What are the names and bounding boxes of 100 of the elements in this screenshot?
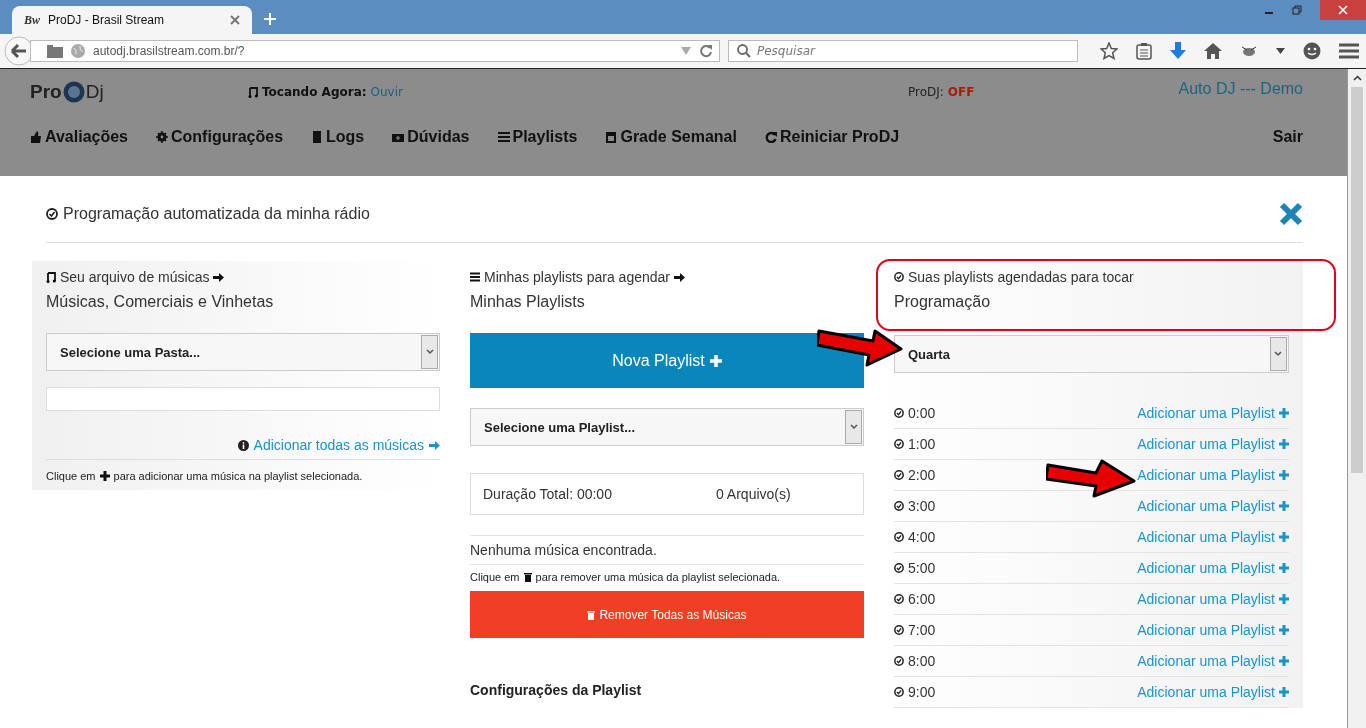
panel-caption: Suas playlists agendadas para tocar <box>908 269 1134 285</box>
gear-icon <box>156 131 168 143</box>
add-playlist-link[interactable]: Adicionar uma Playlist <box>1137 498 1275 514</box>
day-select[interactable]: Quarta <box>894 335 1289 373</box>
modal-title: Programação automatizada da minha rádio <box>63 205 370 223</box>
close-window-button[interactable] <box>1320 0 1366 20</box>
panel-caption: Minhas playlists para agendar <box>484 269 670 285</box>
time-label: 6:00 <box>908 591 936 607</box>
time-label: 3:00 <box>908 498 936 514</box>
dropdown-icon[interactable] <box>681 47 691 55</box>
section-heading: Configurações da Playlist <box>470 682 643 698</box>
panel-caption: Seu arquivo de músicas <box>60 269 210 285</box>
star-icon[interactable] <box>1100 42 1118 60</box>
file-count: 0 Arquivo(s) <box>715 486 791 502</box>
add-playlist-link[interactable]: Adicionar uma Playlist <box>1137 560 1275 576</box>
close-icon[interactable] <box>1279 202 1303 226</box>
time-label: 5:00 <box>908 560 936 576</box>
tab-title: ProDJ - Brasil Stream <box>48 13 166 27</box>
hint-text: para adicionar uma música na playlist selecionada. <box>113 470 363 482</box>
add-playlist-link[interactable]: Adicionar uma Playlist <box>1137 467 1275 483</box>
time-label: 1:00 <box>908 436 936 452</box>
now-playing-label: Tocando Agora: <box>262 85 367 99</box>
logo-text: Dj <box>85 81 104 103</box>
nav-link[interactable]: Playlists <box>497 128 578 146</box>
site-logo: Bw <box>24 12 40 28</box>
remove-all-button[interactable]: Remover Todas as Músicas <box>470 591 864 638</box>
logo-text: Pro <box>30 81 62 103</box>
duration-text: Duração Total: 00:00 <box>483 486 612 502</box>
chevron-down-icon[interactable] <box>1274 351 1283 357</box>
add-all-link[interactable]: Adicionar todas as músicas <box>253 437 424 453</box>
scrollbar[interactable] <box>1347 69 1366 728</box>
status-label: ProDJ: <box>908 85 944 99</box>
plus-icon[interactable] <box>1279 470 1289 480</box>
new-playlist-button[interactable]: Nova Playlist <box>470 333 864 388</box>
refresh-icon <box>764 131 777 143</box>
add-playlist-link[interactable]: Adicionar uma Playlist <box>1137 591 1275 607</box>
plus-icon[interactable] <box>1279 594 1289 604</box>
nav-link[interactable]: Grade Semanal <box>605 128 737 146</box>
panel-heading: Músicas, Comerciais e Vinhetas <box>46 293 275 311</box>
caret-icon[interactable] <box>1276 48 1285 54</box>
time-label: 9:00 <box>908 684 936 700</box>
music-note-icon <box>248 86 258 98</box>
playlist-select[interactable]: Selecione uma Playlist... <box>470 408 864 446</box>
clipboard-icon[interactable] <box>1136 42 1152 60</box>
search-placeholder: Pesquisar <box>757 44 815 58</box>
hint-text: para remover uma música da playlist selecionada. <box>535 571 781 583</box>
plus-icon[interactable] <box>1279 687 1289 697</box>
browser-tab[interactable]: Bw ProDJ - Brasil Stream <box>12 6 252 34</box>
plus-icon[interactable] <box>1279 439 1289 449</box>
plus-icon[interactable] <box>1279 501 1289 511</box>
plus-icon[interactable] <box>1279 656 1289 666</box>
new-tab-icon[interactable] <box>264 13 276 25</box>
download-icon[interactable] <box>1170 42 1186 60</box>
plus-icon[interactable] <box>1279 625 1289 635</box>
briefcase-icon <box>392 131 405 143</box>
plus-icon[interactable] <box>1279 563 1289 573</box>
plus-icon <box>709 354 722 367</box>
address-field[interactable]: autodj.brasilstream.com.br/? <box>30 40 720 62</box>
url-text: autodj.brasilstream.com.br/? <box>93 44 246 58</box>
book-icon <box>311 131 324 143</box>
home-icon[interactable] <box>1204 43 1222 59</box>
arrow-right-icon <box>674 272 685 282</box>
nav-link[interactable]: Avaliações <box>30 128 128 146</box>
add-playlist-link[interactable]: Adicionar uma Playlist <box>1137 405 1275 421</box>
add-playlist-link[interactable]: Adicionar uma Playlist <box>1137 436 1275 452</box>
add-playlist-link[interactable]: Adicionar uma Playlist <box>1137 653 1275 669</box>
time-label: 2:00 <box>908 467 936 483</box>
close-icon[interactable] <box>230 15 240 25</box>
calendar-icon <box>605 131 618 143</box>
arrow-right-icon <box>213 272 225 282</box>
hint-text: Clique em <box>46 470 96 482</box>
search-field[interactable]: Pesquisar <box>728 40 1078 62</box>
add-playlist-link[interactable]: Adicionar uma Playlist <box>1137 622 1275 638</box>
panel-heading: Minhas Playlists <box>470 293 586 311</box>
chevron-down-icon[interactable] <box>425 349 434 355</box>
nav-link[interactable]: Logs <box>311 128 365 146</box>
panel-heading: Programação <box>894 293 992 311</box>
list-icon <box>497 131 510 143</box>
trash-icon <box>587 609 596 620</box>
scroll-up-icon[interactable] <box>1352 75 1362 81</box>
menu-icon[interactable] <box>1339 43 1359 59</box>
thumbs-up-icon <box>30 131 42 143</box>
reload-icon[interactable] <box>699 44 713 58</box>
chevron-down-icon[interactable] <box>849 424 858 430</box>
time-label: 4:00 <box>908 529 936 545</box>
logout-link[interactable]: Sair <box>1272 128 1303 146</box>
add-playlist-link[interactable]: Adicionar uma Playlist <box>1137 684 1275 700</box>
time-label: 7:00 <box>908 622 936 638</box>
add-playlist-link[interactable]: Adicionar uma Playlist <box>1137 529 1275 545</box>
search-icon <box>737 44 751 58</box>
plus-icon[interactable] <box>1279 408 1289 418</box>
restore-icon[interactable] <box>1292 5 1302 15</box>
nav-link[interactable]: Reiniciar ProDJ <box>764 128 900 146</box>
filter-field[interactable] <box>46 387 440 411</box>
nav-link[interactable]: Configurações <box>156 128 284 146</box>
plus-icon[interactable] <box>1279 532 1289 542</box>
nav-link[interactable]: Dúvidas <box>392 128 470 146</box>
listen-link[interactable]: Ouvir <box>370 85 403 99</box>
folder-select[interactable]: Selecione uma Pasta... <box>46 333 440 371</box>
smiley-icon[interactable] <box>1303 42 1321 60</box>
